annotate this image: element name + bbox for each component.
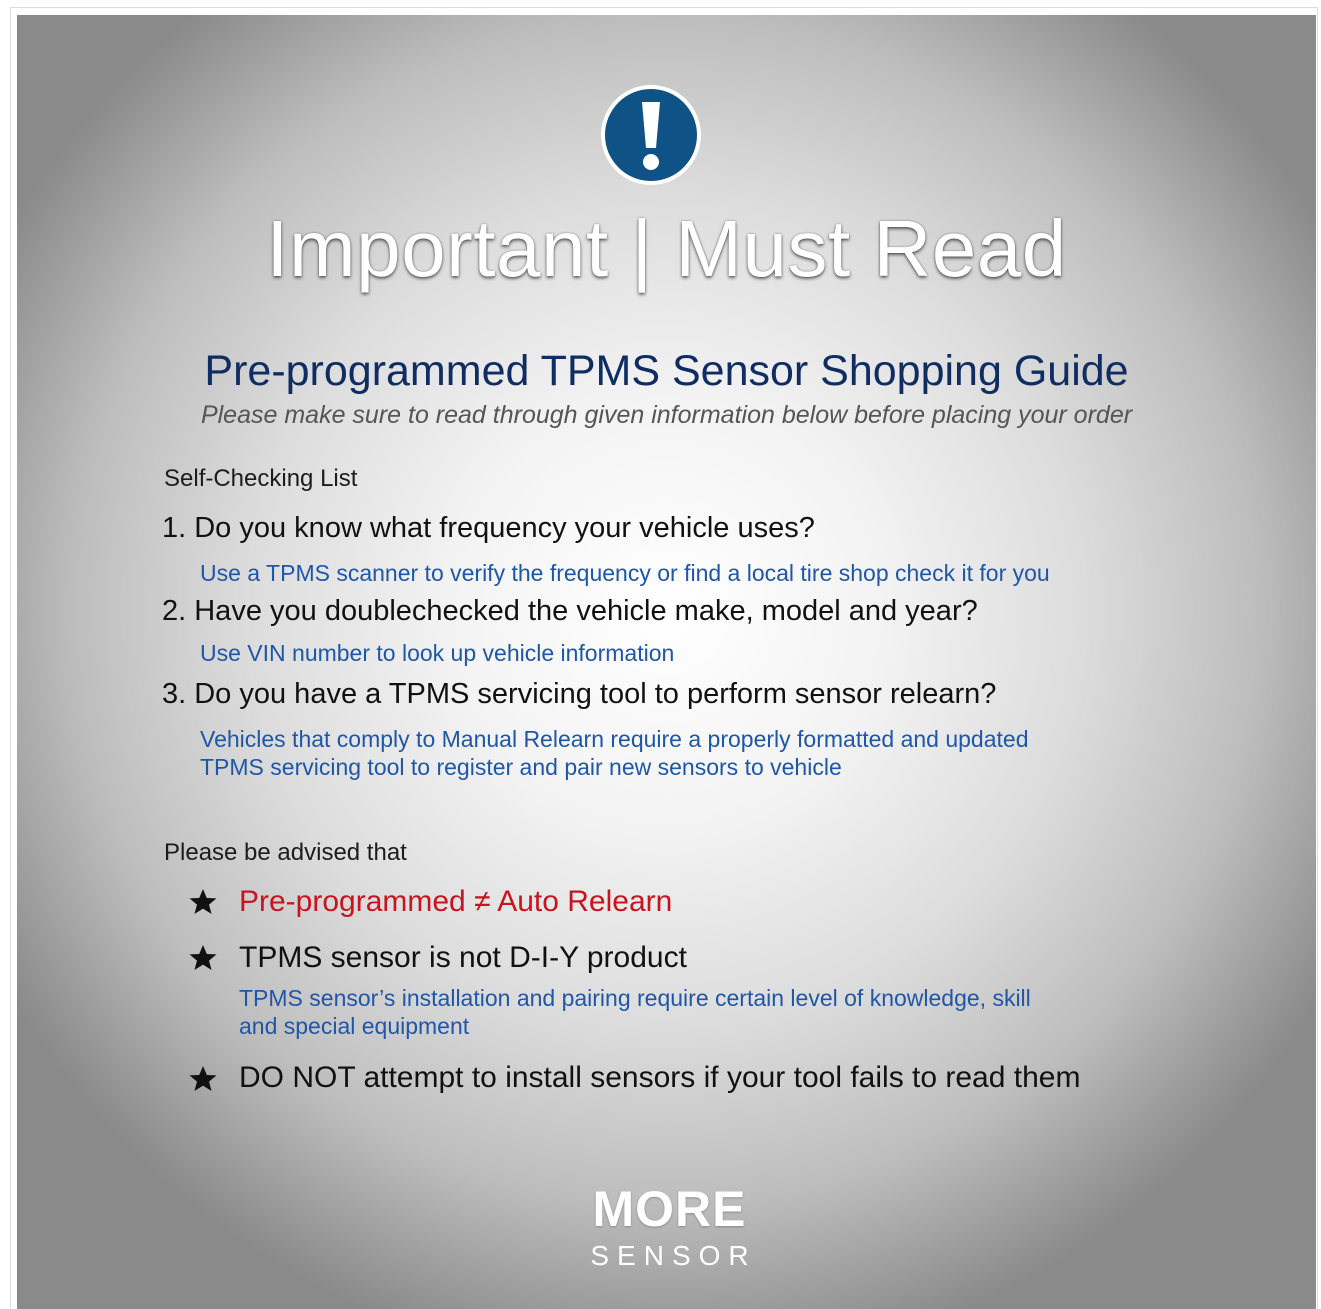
advisory-bullet-2: TPMS sensor is not D-I-Y product [239, 941, 687, 974]
guide-title: Pre-programmed TPMS Sensor Shopping Guid… [204, 347, 1129, 395]
advisory-bullet-3: DO NOT attempt to install sensors if you… [239, 1061, 1081, 1094]
hint-line: Use VIN number to look up vehicle inform… [200, 640, 675, 666]
advisory-bullet-1: Pre-programmed ≠ Auto Relearn [239, 885, 673, 918]
checklist-hint-3: Vehicles that comply to Manual Relearn r… [200, 725, 1028, 781]
star-icon [189, 1066, 217, 1091]
guide-subtitle: Please make sure to read through given i… [200, 401, 1133, 429]
brand-logo: MORE SENSOR [577, 1180, 762, 1280]
checklist-question-2: 2. Have you doublechecked the vehicle ma… [162, 595, 978, 627]
star-icon [189, 889, 217, 914]
checklist-hint-2: Use VIN number to look up vehicle inform… [200, 639, 674, 667]
hint-line: Vehicles that comply to Manual Relearn r… [200, 726, 1029, 752]
hint-line: TPMS sensor’s installation and pairing r… [239, 985, 1031, 1011]
hint-line: TPMS servicing tool to register and pair… [200, 754, 842, 780]
brand-sub: SENSOR [590, 1240, 757, 1271]
notice-card: Important | Must Read Pre-programmed TPM… [17, 15, 1316, 1309]
checklist-question-3: 3. Do you have a TPMS servicing tool to … [162, 678, 997, 710]
headline: Important | Must Read [266, 204, 1067, 293]
hint-line: and special equipment [239, 1013, 470, 1039]
advisory-hint-2: TPMS sensor’s installation and pairing r… [239, 984, 1031, 1040]
checklist-question-1: 1. Do you know what frequency your vehic… [162, 512, 815, 544]
checklist-label: Self-Checking List [164, 465, 358, 492]
star-icon [189, 945, 217, 970]
brand-word: MORE [592, 1181, 747, 1237]
hint-line: Use a TPMS scanner to verify the frequen… [200, 560, 1050, 586]
advisory-label: Please be advised that [164, 839, 407, 866]
exclamation-icon [601, 85, 701, 185]
checklist-hint-1: Use a TPMS scanner to verify the frequen… [200, 559, 1050, 587]
